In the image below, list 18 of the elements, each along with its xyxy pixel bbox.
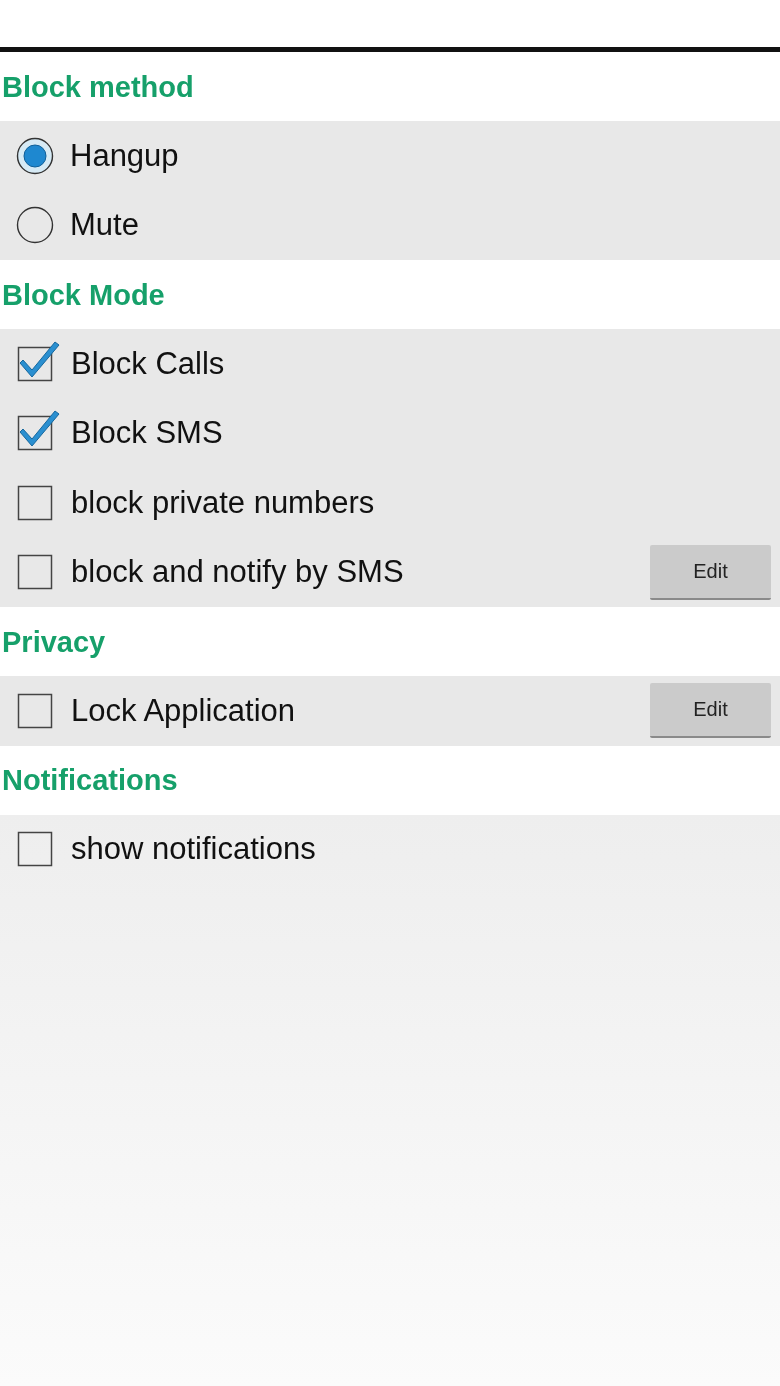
section-header: Notifications xyxy=(2,763,178,797)
option-label: Mute xyxy=(70,206,140,245)
edit-button[interactable]: Edit xyxy=(650,544,771,600)
option-label: Lock Application xyxy=(71,691,297,730)
radio-button[interactable] xyxy=(16,136,54,175)
edit-button[interactable]: Edit xyxy=(650,683,771,739)
option-label: Hangup xyxy=(70,136,180,175)
radio-button[interactable] xyxy=(16,206,54,245)
section-header: Block Mode xyxy=(2,277,165,312)
checkbox[interactable] xyxy=(17,339,61,382)
section-header: Block method xyxy=(2,69,194,104)
option-label: Block SMS xyxy=(71,414,224,453)
checkbox[interactable] xyxy=(17,409,61,452)
option-label: block and notify by SMS xyxy=(71,553,405,592)
option-label: Block Calls xyxy=(71,344,226,383)
option-label: block private numbers xyxy=(71,483,376,522)
section-header: Privacy xyxy=(2,624,106,659)
option-label: show notifications xyxy=(71,830,317,869)
